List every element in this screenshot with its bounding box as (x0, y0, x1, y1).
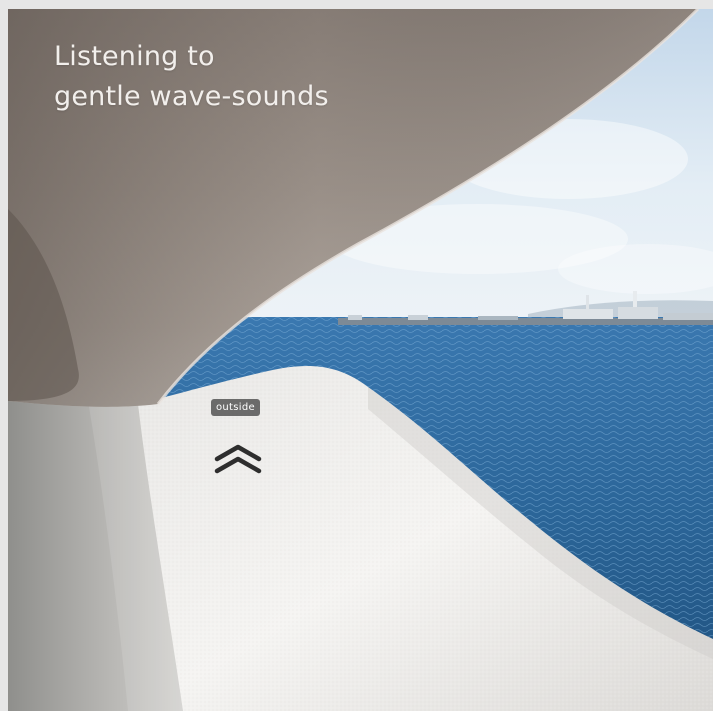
scene-caption: Listening to gentle wave-sounds (54, 37, 329, 117)
double-chevron-up-icon[interactable] (211, 441, 265, 475)
caption-line-2: gentle wave-sounds (54, 81, 329, 112)
outside-hotspot-label[interactable]: outside (211, 399, 260, 416)
caption-line-1: Listening to (54, 41, 215, 72)
viewer-frame: Listening to gentle wave-sounds outside (8, 9, 713, 711)
